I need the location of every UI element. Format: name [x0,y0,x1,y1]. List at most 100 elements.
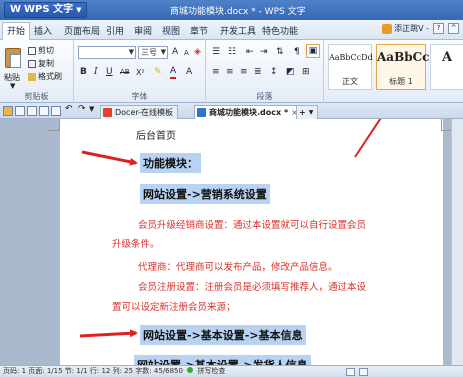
shading-icon[interactable]: ◩ [286,66,295,79]
docer-icon [103,108,112,117]
cut-button[interactable]: 剪切 [28,45,54,56]
clipboard-group: 粘贴 ▼ 剪切 复制 格式刷 剪贴板 [0,40,74,103]
tab-docer-label: Docer-在线模板 [115,108,174,117]
tab-insert[interactable]: 插入 [34,24,52,37]
tab-review[interactable]: 审阅 [134,24,152,37]
style-heading1-sample: AaBbCc [377,50,430,64]
print-icon[interactable] [27,106,37,116]
format-painter-label: 格式刷 [38,72,62,81]
sort-icon[interactable]: ⇅ [276,46,284,59]
justify-icon[interactable]: ≣ [254,66,262,79]
document-icon [197,108,206,117]
title-bar: W WPS 文字 ▼ 商城功能模块.docx * - WPS 文字 [0,0,463,20]
style-heading1[interactable]: AaBbCc 标题 1 [376,44,430,90]
format-painter-icon [28,72,36,81]
style-heading1-name: 标题 1 [389,77,413,86]
copy-label: 复制 [38,59,54,68]
app-menu-label: WPS 文字 [24,4,74,15]
font-name-select[interactable]: ▼ [78,46,136,59]
help-icon[interactable]: ? [433,23,444,34]
decrease-indent-icon[interactable]: ⇤ [246,46,254,59]
web-view-icon[interactable] [359,368,368,376]
tab-docer-templates[interactable]: Docer-在线模板 [100,105,179,119]
quick-access-dropdown-icon[interactable]: ▼ [89,105,99,115]
show-marks-icon[interactable]: ¶ [294,46,300,59]
styles-group: AaBbCcDd 正文 AaBbCc 标题 1 A [324,40,463,103]
minimize-ribbon-icon[interactable]: ^ [448,23,459,34]
save-icon[interactable] [15,106,25,116]
new-tab-button[interactable]: + ▼ [296,105,319,119]
bold-button[interactable]: B [80,66,87,79]
clipboard-group-label: 剪贴板 [24,92,49,101]
copy-button[interactable]: 复制 [28,58,54,69]
chevron-down-icon: ▼ [308,109,314,116]
ribbon: 粘贴 ▼ 剪切 复制 格式刷 剪贴板 ▼ 三号 ▼ A A ◈ B I U AB… [0,40,463,103]
grow-font-button[interactable]: A [172,46,178,59]
status-info: 页码: 1 页面: 1/15 节: 1/1 行: 12 列: 25 字数: 45… [3,366,225,377]
spell-check-label[interactable]: 拼写检查 [197,367,225,375]
tab-current-document[interactable]: 商城功能模块.docx * × [194,105,303,119]
page-view-icon[interactable] [346,368,355,376]
style-normal-sample: AaBbCcDd [329,53,373,62]
strikethrough-button[interactable]: AB [120,66,130,79]
underline-button[interactable]: U [106,66,113,79]
arrow-to-function-modules [81,150,138,166]
char-shading-icon[interactable]: A [186,66,192,79]
highlight-icon[interactable]: ✎ [154,66,162,79]
font-size-select[interactable]: 三号 ▼ [138,46,168,59]
italic-button[interactable]: I [94,66,98,79]
redo-icon[interactable]: ↷ [78,104,88,114]
align-left-icon[interactable]: ≡ [212,66,220,79]
font-group-label: 字体 [131,92,148,101]
annotation-arrows [79,119,382,338]
tab-page-layout[interactable]: 页面布局 [64,24,100,37]
font-size-value: 三号 [141,48,157,57]
print-preview-icon[interactable] [39,106,49,116]
document-tab-strip: ↶ ↷ ▼ Docer-在线模板 商城功能模块.docx * × + ▼ [0,103,463,119]
style-normal-name: 正文 [342,77,358,86]
tab-chapter[interactable]: 章节 [190,24,208,37]
scissors-icon [28,46,36,55]
tab-special[interactable]: 特色功能 [262,24,298,37]
numbered-list-icon[interactable]: ☷ [228,46,236,59]
paste-icon[interactable] [4,46,24,72]
tab-view[interactable]: 视图 [162,24,180,37]
status-bar: 页码: 1 页面: 1/15 节: 1/1 行: 12 列: 25 字数: 45… [0,365,463,377]
align-center-icon[interactable]: ≡ [226,66,234,79]
increase-indent-icon[interactable]: ⇥ [260,46,268,59]
bullet-list-icon[interactable]: ☰ [212,46,220,59]
share-icon [382,23,393,34]
border-icon[interactable]: ⊞ [302,66,310,79]
share-button[interactable]: 添正跳V - [382,23,429,34]
shrink-font-button[interactable]: A [184,47,189,60]
document-area[interactable]: 后台首页 功能模块： 网站设置->营销系统设置 会员升级经销商设置：通过本设置就… [0,119,463,365]
font-color-button[interactable]: A [170,66,177,79]
paragraph-group-label: 段落 [256,92,273,101]
status-text: 页码: 1 页面: 1/15 节: 1/1 行: 12 列: 25 字数: 45… [3,367,183,375]
vertical-scrollbar[interactable] [451,119,463,365]
tab-references[interactable]: 引用 [106,24,124,37]
window-title: 商城功能模块.docx * - WPS 文字 [170,7,306,17]
tab-start[interactable]: 开始 [2,22,31,40]
align-right-icon[interactable]: ≡ [240,66,248,79]
copy-icon [28,59,36,68]
chevron-down-icon: ▼ [76,6,82,14]
tab-developer[interactable]: 开发工具 [220,24,256,37]
wps-app-menu-button[interactable]: W WPS 文字 ▼ [4,2,88,18]
share-label: 添正跳V - [394,24,429,33]
style-heading2[interactable]: A [430,44,463,90]
cut-label: 剪切 [38,46,54,55]
line-spacing-icon[interactable]: ↕ [270,66,278,79]
paragraph-settings-icon[interactable]: ▣ [306,44,320,58]
paste-dropdown-icon[interactable]: ▼ [10,82,15,90]
style-normal[interactable]: AaBbCcDd 正文 [328,44,373,90]
arrow-to-heading-style [354,119,382,158]
tab-document-label: 商城功能模块.docx * [209,108,289,117]
undo-icon[interactable]: ↶ [65,104,75,114]
superscript-button[interactable]: X² [136,66,145,79]
format-painter-button[interactable]: 格式刷 [28,71,62,82]
new-tab-plus: + [299,108,306,117]
open-icon[interactable] [3,106,13,116]
clear-format-icon[interactable]: ◈ [194,46,201,59]
export-icon[interactable] [51,106,61,116]
